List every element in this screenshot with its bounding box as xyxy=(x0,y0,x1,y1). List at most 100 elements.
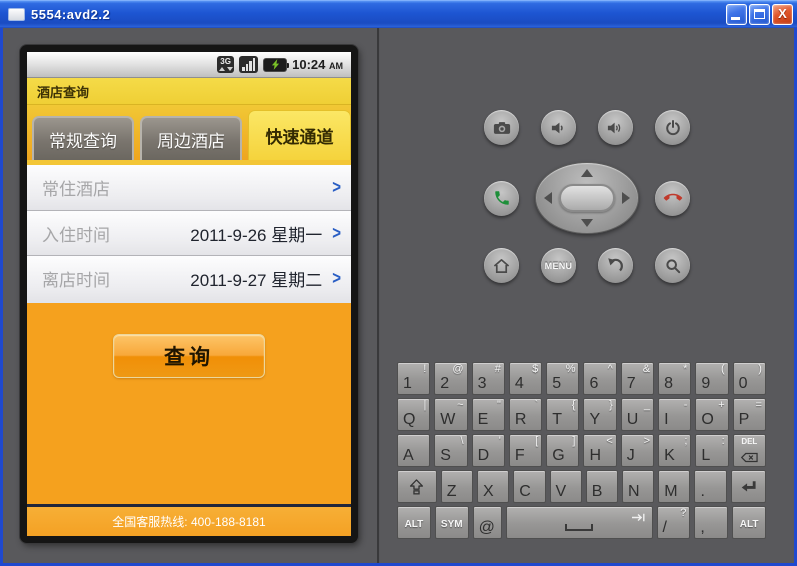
camera-icon xyxy=(493,121,511,135)
key-x[interactable]: X xyxy=(477,470,509,503)
key-u[interactable]: U_ xyxy=(621,398,654,431)
3g-data-icon: 3G xyxy=(217,56,234,73)
enter-icon xyxy=(740,480,757,493)
key-i[interactable]: I- xyxy=(658,398,691,431)
list-item-frequent-hotel[interactable]: 常住酒店 > xyxy=(27,165,351,211)
search-button[interactable]: 查询 xyxy=(113,334,265,378)
key-/[interactable]: /? xyxy=(657,506,691,539)
close-button[interactable]: X xyxy=(772,4,793,25)
list-item-checkout-date[interactable]: 离店时间 2011-9-27 星期二 > xyxy=(27,256,351,303)
key-delete[interactable]: DEL xyxy=(733,434,766,467)
tab-nearby-hotels[interactable]: 周边酒店 xyxy=(140,116,242,160)
key-9[interactable]: 9( xyxy=(695,362,728,395)
key-t[interactable]: T{ xyxy=(546,398,579,431)
menu-button[interactable]: MENU xyxy=(541,248,576,283)
back-icon xyxy=(607,257,624,274)
key-h[interactable]: H< xyxy=(583,434,616,467)
keyboard-row-5: ALTSYM@/?,ALT xyxy=(397,506,766,539)
hotline-bar: 全国客服热线: 400-188-8181 xyxy=(27,504,351,536)
maximize-button[interactable] xyxy=(749,4,770,25)
home-button[interactable] xyxy=(484,248,519,283)
key-n[interactable]: N xyxy=(622,470,654,503)
call-icon xyxy=(493,189,511,207)
phone-bezel: 3G 10:24 AM 酒 xyxy=(20,45,358,543)
key-4[interactable]: 4$ xyxy=(509,362,542,395)
camera-button[interactable] xyxy=(484,110,519,145)
key-,[interactable]: , xyxy=(694,506,728,539)
list-item-checkin-date[interactable]: 入住时间 2011-9-26 星期一 > xyxy=(27,211,351,257)
key-w[interactable]: W~ xyxy=(434,398,467,431)
hangup-button[interactable] xyxy=(655,181,690,216)
keyboard-row-1: 1!2@3#4$5%6^7&8*9(0) xyxy=(397,362,766,395)
key-c[interactable]: C xyxy=(513,470,545,503)
key-y[interactable]: Y} xyxy=(583,398,616,431)
menu-button-label: MENU xyxy=(545,261,573,271)
close-icon: X xyxy=(773,6,792,21)
key-0[interactable]: 0) xyxy=(733,362,766,395)
minimize-button[interactable] xyxy=(726,4,747,25)
key-alt-right[interactable]: ALT xyxy=(732,506,766,539)
key-.[interactable]: . xyxy=(694,470,726,503)
key-z[interactable]: Z xyxy=(441,470,473,503)
key-6[interactable]: 6^ xyxy=(583,362,616,395)
key-b[interactable]: B xyxy=(586,470,618,503)
dpad-left-icon[interactable] xyxy=(544,192,552,204)
dpad-center-button[interactable] xyxy=(559,184,615,212)
controls-middle-row xyxy=(484,162,690,234)
dpad-right-icon[interactable] xyxy=(622,192,630,204)
key-k[interactable]: K; xyxy=(658,434,691,467)
key-a[interactable]: A xyxy=(397,434,430,467)
power-button[interactable] xyxy=(655,110,690,145)
key-r[interactable]: R` xyxy=(509,398,542,431)
dpad-up-icon[interactable] xyxy=(581,169,593,177)
dpad[interactable] xyxy=(535,162,639,234)
keyboard-row-4: ZXCVBNM. xyxy=(397,470,766,503)
phone-screen: 3G 10:24 AM 酒 xyxy=(27,52,351,536)
key-p[interactable]: P= xyxy=(733,398,766,431)
key-enter[interactable] xyxy=(731,470,766,503)
backspace-icon xyxy=(741,452,758,463)
back-button[interactable] xyxy=(598,248,633,283)
key-f[interactable]: F[ xyxy=(509,434,542,467)
key-8[interactable]: 8* xyxy=(658,362,691,395)
volume-up-icon xyxy=(607,121,624,135)
key-s[interactable]: S\ xyxy=(434,434,467,467)
tab-regular-query[interactable]: 常规查询 xyxy=(32,116,134,160)
key-l[interactable]: L: xyxy=(695,434,728,467)
key-j[interactable]: J> xyxy=(621,434,654,467)
chevron-right-icon: > xyxy=(332,268,341,289)
call-button[interactable] xyxy=(484,181,519,216)
minimize-icon xyxy=(731,17,740,20)
key-m[interactable]: M xyxy=(658,470,690,503)
search-hw-button[interactable] xyxy=(655,248,690,283)
space-icon xyxy=(565,524,593,531)
search-icon xyxy=(665,258,681,274)
chevron-right-icon: > xyxy=(332,177,341,198)
key-d[interactable]: D' xyxy=(472,434,505,467)
row-value: 2011-9-27 星期二 xyxy=(110,266,332,291)
key-2[interactable]: 2@ xyxy=(434,362,467,395)
key-5[interactable]: 5% xyxy=(546,362,579,395)
key-e[interactable]: E" xyxy=(472,398,505,431)
tab-icon xyxy=(631,513,646,522)
key-v[interactable]: V xyxy=(550,470,582,503)
key-alt-left[interactable]: ALT xyxy=(397,506,431,539)
key-o[interactable]: O+ xyxy=(695,398,728,431)
controls-panel: MENU 1!2@3 xyxy=(380,28,794,563)
volume-up-button[interactable] xyxy=(598,110,633,145)
tab-fast-track[interactable]: 快速通道 xyxy=(248,110,351,160)
key-space[interactable] xyxy=(506,506,653,539)
dpad-down-icon[interactable] xyxy=(581,219,593,227)
volume-down-button[interactable] xyxy=(541,110,576,145)
key-g[interactable]: G] xyxy=(546,434,579,467)
row-value: 2011-9-26 星期一 xyxy=(110,221,332,246)
keyboard: 1!2@3#4$5%6^7&8*9(0)Q|W~E"R`T{Y}U_I-O+P=… xyxy=(397,362,766,542)
key-shift[interactable] xyxy=(397,470,437,503)
key-1[interactable]: 1! xyxy=(397,362,430,395)
emulator-window: 5554:avd2.2 X 3G xyxy=(0,0,797,566)
key-sym[interactable]: SYM xyxy=(435,506,469,539)
key-@[interactable]: @ xyxy=(473,506,502,539)
key-3[interactable]: 3# xyxy=(472,362,505,395)
key-q[interactable]: Q| xyxy=(397,398,430,431)
key-7[interactable]: 7& xyxy=(621,362,654,395)
